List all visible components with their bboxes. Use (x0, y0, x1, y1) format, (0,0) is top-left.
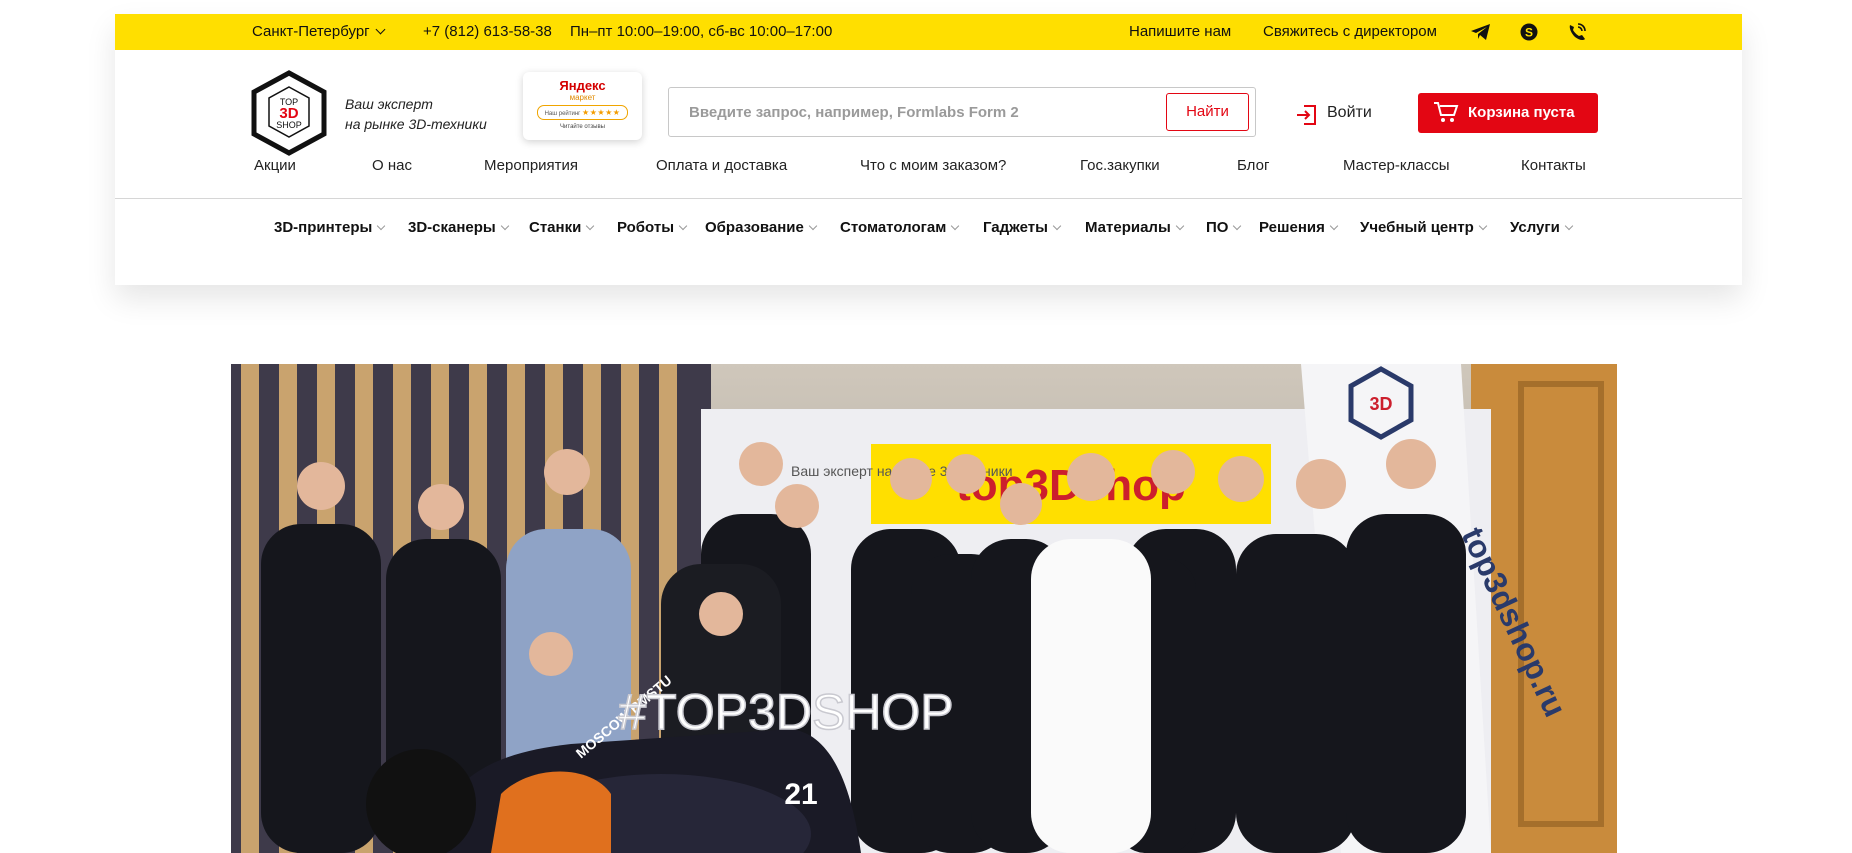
category-gadgets[interactable]: Гаджеты (983, 219, 1062, 236)
svg-text:S: S (1525, 26, 1533, 40)
nav-item-order-status[interactable]: Что с моим заказом? (860, 157, 1006, 174)
site-header: Санкт-Петербург +7 (812) 613-58-38 Пн–пт… (115, 14, 1742, 285)
svg-text:3D: 3D (1369, 394, 1392, 414)
cart-icon (1434, 102, 1459, 122)
city-selector[interactable]: Санкт-Петербург (252, 14, 386, 50)
search-input[interactable] (669, 88, 1149, 136)
category-solutions[interactable]: Решения (1259, 219, 1339, 236)
yandex-market-name: Яндекс (559, 78, 606, 93)
nav-item-contacts[interactable]: Контакты (1521, 157, 1586, 174)
nav-item-events[interactable]: Мероприятия (484, 157, 578, 174)
rating-label: Наш рейтинг (544, 111, 581, 117)
rating-stars-icon: ★★★★★ (582, 108, 621, 117)
hashtag-sign: #TOP3DSHOP (618, 684, 953, 740)
chevron-down-icon (1233, 221, 1242, 231)
chevron-down-icon (1564, 221, 1574, 231)
category-education[interactable]: Образование (705, 219, 818, 236)
yandex-market-sub: маркет (569, 93, 596, 102)
category-label: Роботы (617, 219, 675, 236)
hero-team-photo: top3Dshop Ваш эксперт на рынке 3D-техник… (231, 364, 1617, 853)
chevron-down-icon (377, 221, 386, 231)
category-services[interactable]: Услуги (1510, 219, 1574, 236)
yandex-market-badge[interactable]: Яндекс маркет Наш рейтинг ★★★★★ Читайте … (523, 72, 642, 140)
telegram-icon[interactable] (1470, 22, 1492, 42)
category-materials[interactable]: Материалы (1085, 219, 1185, 236)
chevron-down-icon (375, 24, 386, 35)
cart-button[interactable]: Корзина пуста (1418, 93, 1598, 133)
chevron-down-icon (678, 221, 688, 231)
nav-item-payment-delivery[interactable]: Оплата и доставка (656, 157, 787, 174)
chevron-down-icon (951, 221, 960, 231)
car-number: 21 (784, 778, 817, 811)
chevron-down-icon (1478, 221, 1488, 231)
category-label: Станки (529, 219, 582, 236)
nav-item-gov-procurement[interactable]: Гос.закупки (1080, 157, 1160, 174)
yandex-rating: Наш рейтинг ★★★★★ (537, 105, 628, 120)
nav-item-master-classes[interactable]: Мастер-классы (1343, 157, 1450, 174)
login-icon (1297, 105, 1316, 125)
category-label: Материалы (1085, 219, 1171, 236)
category-3d-scanners[interactable]: 3D-сканеры (408, 219, 509, 236)
category-software[interactable]: ПО (1206, 219, 1242, 236)
category-label: 3D-сканеры (408, 219, 496, 236)
reviews-link: Читайте отзывы (560, 124, 605, 130)
category-label: Учебный центр (1360, 219, 1474, 236)
logo-text-shop: SHOP (276, 120, 302, 130)
nav-item-about[interactable]: О нас (372, 157, 412, 174)
top3dshop-logo[interactable]: TOP 3D SHOP (251, 70, 327, 156)
chevron-down-icon (808, 221, 818, 231)
working-hours: Пн–пт 10:00–19:00, сб-вс 10:00–17:00 (570, 23, 833, 40)
category-label: 3D-принтеры (274, 219, 373, 236)
nav-item-blog[interactable]: Блог (1237, 157, 1269, 174)
header-divider (115, 198, 1742, 199)
search-button[interactable]: Найти (1166, 93, 1249, 131)
category-label: Образование (705, 219, 804, 236)
chevron-down-icon (1175, 221, 1185, 231)
tagline: Ваш эксперт на рынке 3D-техники (345, 94, 487, 134)
category-label: Решения (1259, 219, 1325, 236)
chevron-down-icon (586, 221, 595, 231)
viber-icon[interactable] (1566, 22, 1588, 42)
chevron-down-icon (500, 221, 509, 231)
category-label: Стоматологам (840, 219, 947, 236)
login-label: Войти (1327, 104, 1372, 121)
category-label: Гаджеты (983, 219, 1048, 236)
nav-item-promotions[interactable]: Акции (254, 157, 296, 174)
team-photo-illustration: top3Dshop Ваш эксперт на рынке 3D-техник… (231, 364, 1617, 853)
category-dentistry[interactable]: Стоматологам (840, 219, 960, 236)
search-box: Найти (668, 87, 1256, 137)
cart-label: Корзина пуста (1468, 104, 1575, 121)
chevron-down-icon (1052, 221, 1062, 231)
phone-link[interactable]: +7 (812) 613-58-38 (423, 14, 552, 50)
top-bar: Санкт-Петербург +7 (812) 613-58-38 Пн–пт… (115, 14, 1742, 50)
tagline-line-1: Ваш эксперт (345, 96, 433, 112)
write-us-link[interactable]: Напишите нам (1129, 14, 1231, 50)
chevron-down-icon (1329, 221, 1339, 231)
category-3d-printers[interactable]: 3D-принтеры (274, 219, 386, 236)
contact-director-link[interactable]: Свяжитесь с директором (1263, 14, 1437, 50)
category-label: Услуги (1510, 219, 1560, 236)
category-label: ПО (1206, 219, 1229, 236)
category-machines[interactable]: Станки (529, 219, 595, 236)
city-name: Санкт-Петербург (252, 23, 370, 40)
tagline-line-2: на рынке 3D-техники (345, 116, 487, 132)
category-robots[interactable]: Роботы (617, 219, 688, 236)
skype-icon[interactable]: S (1518, 22, 1540, 42)
category-training-center[interactable]: Учебный центр (1360, 219, 1488, 236)
